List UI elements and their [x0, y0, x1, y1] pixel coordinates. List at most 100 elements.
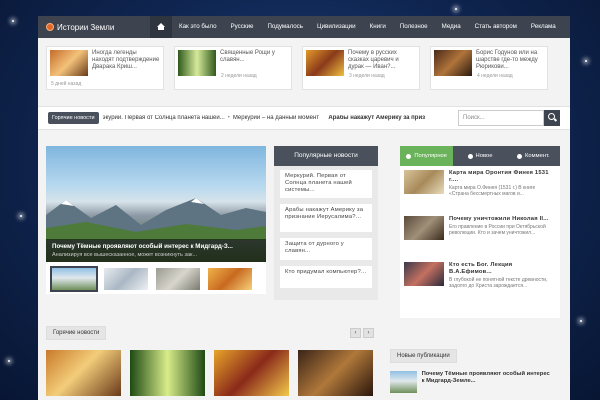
new-publication-title[interactable]: Почему Тёмные проявляют особый интерес к…: [422, 371, 550, 393]
tab-comment-icon: [517, 153, 522, 159]
tab-heart-icon: [406, 153, 412, 159]
tab-label: Коммент.: [525, 153, 550, 159]
featured-thumbnail: [178, 50, 216, 76]
menu-item-civilizacii[interactable]: Цивилизации: [310, 16, 363, 38]
ticker-item[interactable]: Арабы накажут Америку за приз: [328, 115, 425, 121]
sidebar-item-title[interactable]: Кто есть Бог. Лекция В.А.Ефимов...: [449, 262, 556, 276]
star-decoration: [12, 20, 14, 22]
slider-thumb[interactable]: [50, 266, 98, 292]
sidebar-item-desc: В глубокой не понятной тексте древности,…: [449, 277, 548, 289]
featured-date: 2 недели назад: [221, 73, 257, 79]
sidebar-item-title[interactable]: Карта мира Оронтия Финея 1531 г....: [449, 170, 556, 184]
ticker-label: Горячие новости: [48, 112, 99, 124]
arrow-right-icon[interactable]: ›: [363, 328, 374, 338]
new-publications: Новые публикации Почему Тёмные проявляют…: [390, 349, 550, 393]
popular-column: Популярные новости Меркурий. Первая от С…: [274, 146, 378, 318]
main-menu: Как это было Русские Подумалось Цивилиза…: [150, 16, 563, 38]
popular-heading: Популярные новости: [274, 146, 378, 166]
featured-thumbnail: [306, 50, 344, 76]
hot-news-thumbnail[interactable]: [298, 350, 373, 396]
main-content: Почему Тёмные проявляют особый интерес к…: [38, 130, 570, 318]
featured-date: 5 дней назад: [51, 81, 82, 87]
sidebar-thumbnail: [404, 216, 444, 240]
tab-new[interactable]: Новое: [453, 146, 507, 166]
tab-popular[interactable]: Популярное: [400, 146, 454, 166]
slider-subtitle: Анализируя все вышесказанное, может возн…: [52, 252, 198, 258]
menu-item-knigi[interactable]: Книги: [363, 16, 393, 38]
ticker-text: экурий. Первая от Солнца планета нашей..…: [102, 115, 426, 121]
featured-date: 4 недели назад: [477, 73, 513, 79]
star-decoration: [8, 360, 10, 362]
star-decoration: [585, 60, 587, 62]
featured-title: Борис Годунов или на шарстве где-то межд…: [476, 50, 538, 70]
menu-item-podumalos[interactable]: Подумалось: [260, 16, 310, 38]
star-decoration: [580, 320, 582, 322]
menu-item-russkie[interactable]: Русские: [224, 16, 261, 38]
search-input[interactable]: Поиск...: [458, 110, 544, 126]
hot-news-thumbnail[interactable]: [214, 350, 289, 396]
site-title: Истории Земли: [57, 22, 115, 32]
sidebar-column: Популярное Новое Коммент. Карта мира Оро…: [400, 146, 560, 318]
hot-news-thumbnail[interactable]: [46, 350, 121, 396]
popular-list: Меркурий. Первая от Солнца планета нашей…: [274, 166, 378, 300]
home-button[interactable]: [150, 16, 172, 38]
hot-news-arrows: ‹ ›: [350, 328, 374, 338]
menu-item-reklama[interactable]: Реклама: [524, 16, 563, 38]
featured-date: 3 недели назад: [349, 73, 385, 79]
ticker-item[interactable]: Меркурий – на данный момент: [233, 115, 319, 121]
top-nav: Истории Земли Как это было Русские Подум…: [38, 16, 570, 38]
sidebar-item[interactable]: Карта мира Оронтия Финея 1531 г.... Карт…: [404, 170, 556, 210]
star-decoration: [20, 215, 22, 217]
new-publications-heading: Новые публикации: [390, 349, 457, 363]
featured-strip: Иногда легенды находят подтверждение Два…: [38, 38, 570, 100]
menu-item-kak-eto-bylo[interactable]: Как это было: [172, 16, 224, 38]
menu-item-poleznoe[interactable]: Полезное: [393, 16, 435, 38]
sidebar-item-desc: Карта мира О.Финея (1531 г.) В книге «Ст…: [449, 185, 536, 197]
featured-card[interactable]: Иногда легенды находят подтверждение Два…: [46, 46, 164, 90]
main-slider[interactable]: Почему Тёмные проявляют особый интерес к…: [46, 146, 266, 262]
featured-card[interactable]: Почему в русских сказках царевич и дурак…: [302, 46, 420, 90]
sidebar-tabs: Популярное Новое Коммент.: [400, 146, 560, 166]
tab-label: Популярное: [414, 153, 448, 159]
menu-item-stat-avtorom[interactable]: Стать автором: [468, 16, 524, 38]
site-logo[interactable]: Истории Земли: [38, 23, 150, 32]
new-publication-item[interactable]: Почему Тёмные проявляют особый интерес к…: [390, 371, 550, 393]
sidebar-arrows: ‹ ›: [530, 326, 570, 336]
popular-item[interactable]: Меркурий. Первая от Солнца планета нашей…: [280, 170, 372, 198]
tab-clock-icon: [467, 153, 473, 159]
earth-logo-icon: [46, 23, 54, 31]
featured-thumbnail: [434, 50, 472, 76]
tab-comments[interactable]: Коммент.: [506, 146, 560, 166]
popular-item[interactable]: Защита от дурного у славян...: [280, 238, 372, 260]
popular-item[interactable]: Арабы накажут Америку за признание Иерус…: [280, 204, 372, 232]
featured-thumbnail: [50, 50, 88, 76]
featured-title: Иногда легенды находят подтверждение Два…: [92, 50, 160, 70]
news-ticker: Горячие новости экурий. Первая от Солнца…: [38, 106, 570, 130]
slider-caption: Почему Тёмные проявляют особый интерес к…: [46, 239, 266, 262]
sidebar-item[interactable]: Почему уничтожили Николая II... Его прав…: [404, 216, 556, 256]
search-icon[interactable]: [544, 110, 560, 126]
ticker-item[interactable]: экурий. Первая от Солнца планета нашей..…: [103, 115, 225, 121]
slider-thumb[interactable]: [156, 268, 200, 290]
sidebar-item[interactable]: Кто есть Бог. Лекция В.А.Ефимов... В глу…: [404, 262, 556, 302]
sidebar-item-title[interactable]: Почему уничтожили Николая II...: [449, 216, 556, 223]
slider-title[interactable]: Почему Тёмные проявляют особый интерес к…: [52, 243, 260, 250]
popular-item[interactable]: Кто придумал компьютер?...: [280, 266, 372, 288]
slider-column: Почему Тёмные проявляют особый интерес к…: [46, 146, 266, 318]
hot-news-header: Горячие новости ‹ ›: [46, 326, 374, 340]
featured-card[interactable]: Священные Рощи у славян... 2 недели наза…: [174, 46, 292, 90]
arrow-left-icon[interactable]: ‹: [350, 328, 361, 338]
slider-thumb[interactable]: [104, 268, 148, 290]
star-decoration: [455, 8, 457, 10]
home-icon: [157, 23, 165, 30]
sidebar-thumbnail: [404, 262, 444, 286]
featured-title: Почему в русских сказках царевич и дурак…: [348, 50, 399, 70]
slider-thumbnails: [46, 262, 266, 294]
slider-thumb[interactable]: [208, 268, 252, 290]
mountain-image: [46, 198, 266, 240]
featured-card[interactable]: Борис Годунов или на шарстве где-то межд…: [430, 46, 548, 90]
featured-title: Священные Рощи у славян...: [220, 50, 275, 63]
menu-item-media[interactable]: Медиа: [435, 16, 468, 38]
hot-news-thumbnail[interactable]: [130, 350, 205, 396]
sidebar-item-desc: Его правление в России при Октябрьской р…: [449, 224, 546, 236]
